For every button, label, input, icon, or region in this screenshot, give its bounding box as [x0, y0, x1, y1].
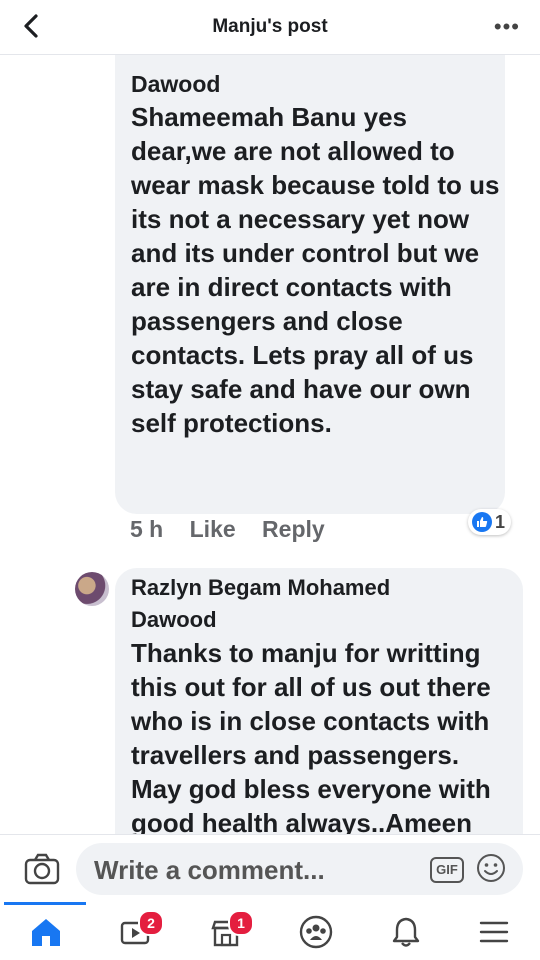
comment-body: Shameemah Banu yes dear,we are not allow…	[131, 100, 501, 440]
home-icon	[32, 919, 60, 946]
comment-body: Razlyn Begam Mohamed Dawood Thanks to ma…	[131, 572, 516, 834]
comment-bubble: Dawood Shameemah Banu yes dear,we are no…	[115, 54, 505, 514]
comment-author[interactable]: Razlyn Begam Mohamed	[131, 572, 516, 604]
tab-home[interactable]	[18, 908, 74, 956]
comments-feed[interactable]: Dawood Shameemah Banu yes dear,we are no…	[0, 54, 540, 834]
notification-badge: 1	[228, 910, 254, 936]
tab-menu[interactable]	[466, 908, 522, 956]
groups-icon	[299, 915, 333, 949]
notification-badge: 2	[138, 910, 164, 936]
like-button[interactable]: Like	[190, 516, 236, 542]
comment-bubble: Razlyn Begam Mohamed Dawood Thanks to ma…	[115, 568, 523, 834]
page-title: Manju's post	[212, 16, 328, 37]
comment-timestamp: 5 h	[130, 516, 164, 542]
reaction-count[interactable]: 1	[468, 509, 512, 535]
reply-button[interactable]: Reply	[262, 516, 325, 542]
comment-author-continued[interactable]: Dawood	[131, 604, 516, 636]
comment-author[interactable]: Dawood	[131, 68, 220, 100]
tab-groups[interactable]	[288, 908, 344, 956]
comment-input[interactable]: Write a comment... GIF	[76, 843, 523, 895]
comment-meta: 5 h Like Reply	[130, 516, 345, 543]
comment-text: Thanks to manju for writting this out fo…	[131, 638, 491, 834]
comment-text: yes dear,we are not allowed to wear mask…	[131, 102, 500, 438]
tab-marketplace[interactable]: 1	[198, 908, 254, 956]
top-bar: Manju's post •••	[0, 0, 540, 55]
comment-composer: Write a comment... GIF	[0, 834, 540, 903]
active-tab-indicator	[4, 902, 86, 905]
reaction-number: 1	[495, 511, 506, 532]
camera-icon[interactable]	[22, 849, 62, 889]
gif-button[interactable]: GIF	[430, 857, 464, 883]
tab-notifications[interactable]	[378, 908, 434, 956]
avatar[interactable]	[75, 572, 109, 606]
bell-icon	[392, 917, 420, 947]
bottom-tab-bar: 2 1	[0, 902, 540, 960]
tab-watch[interactable]: 2	[108, 908, 164, 956]
sticker-smiley-icon[interactable]	[476, 853, 506, 883]
hamburger-menu-icon	[479, 921, 509, 943]
thumbs-up-icon	[472, 512, 492, 532]
more-options-icon[interactable]: •••	[494, 14, 520, 40]
mention-link[interactable]: Shameemah Banu	[131, 102, 356, 132]
comment-placeholder: Write a comment...	[94, 855, 325, 885]
